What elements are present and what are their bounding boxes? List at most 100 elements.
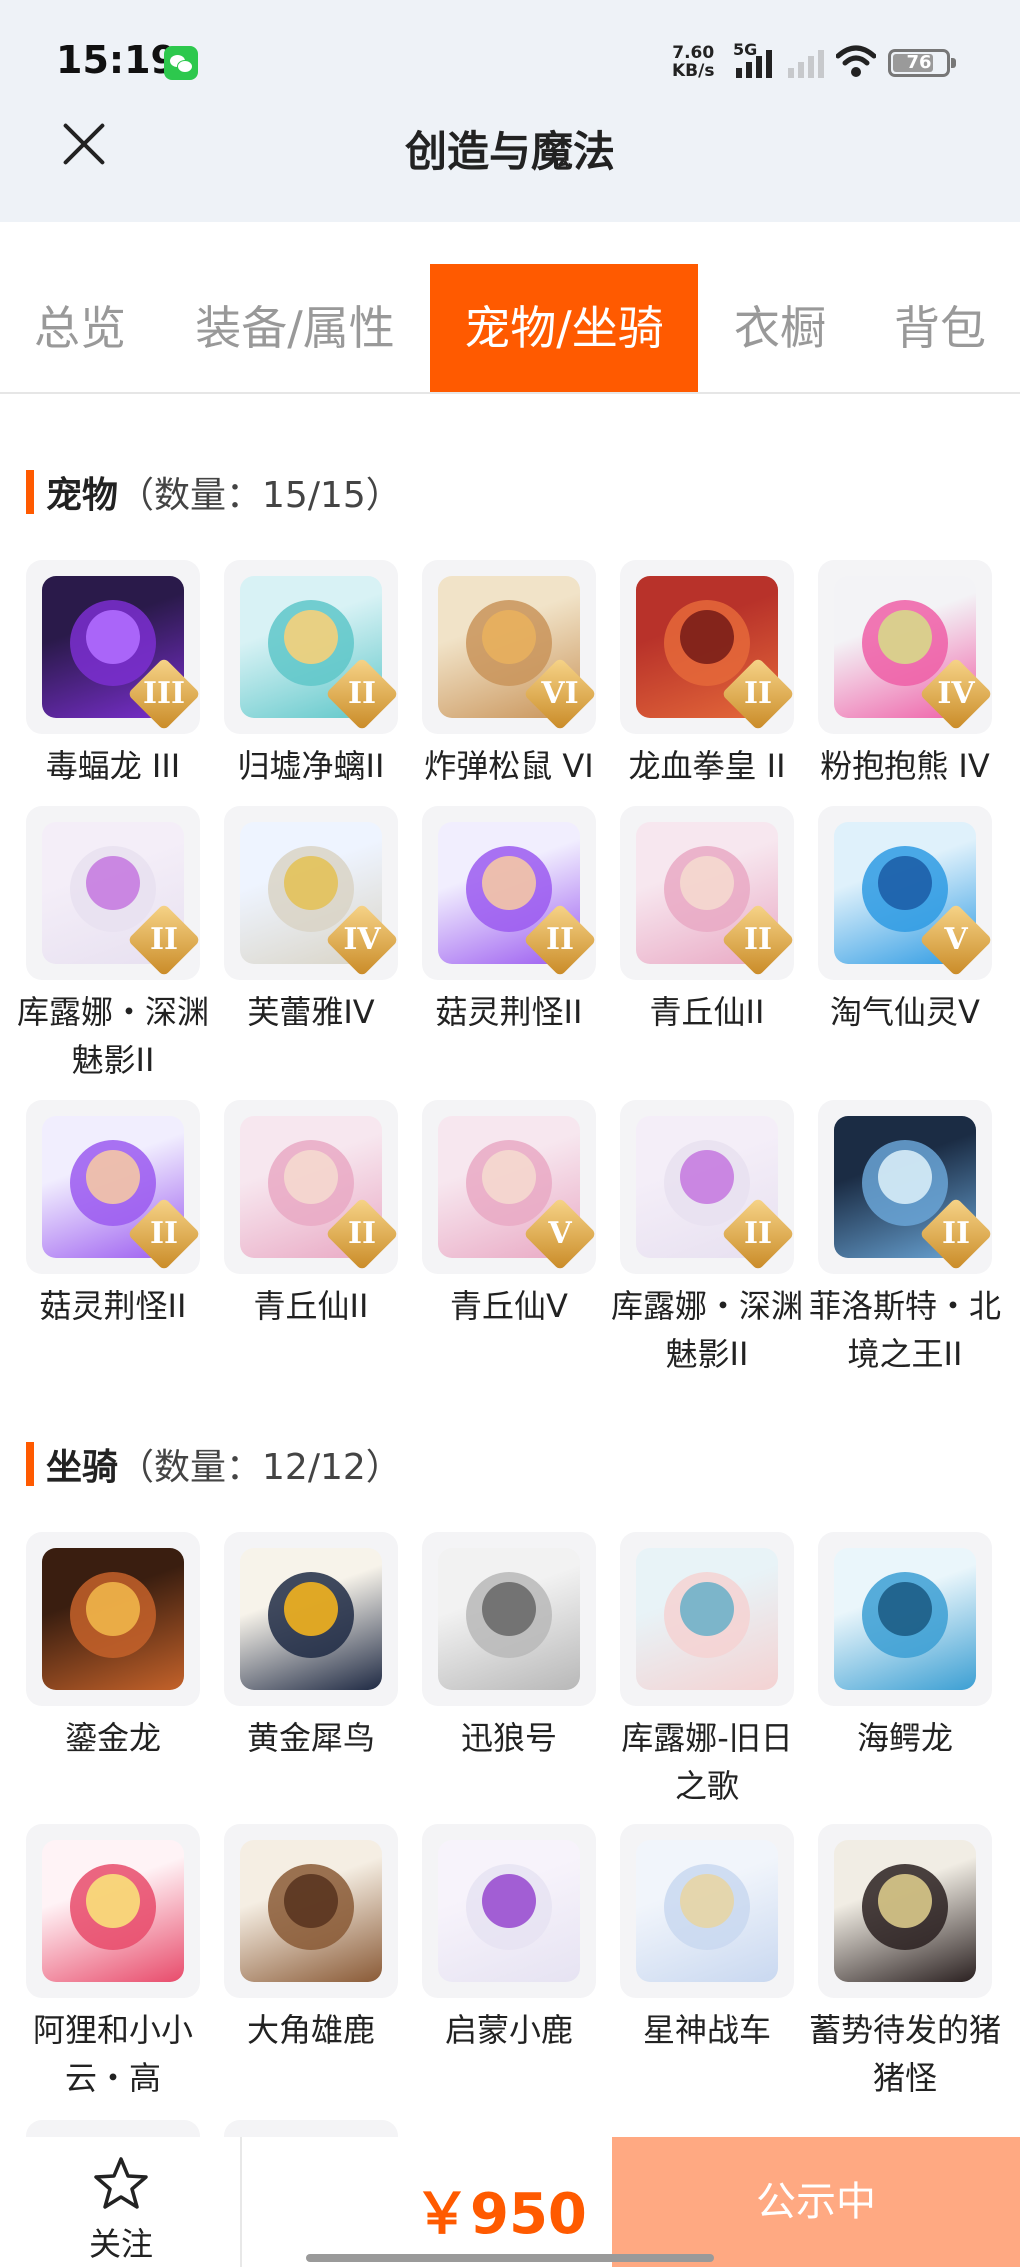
mount-card[interactable]: 星神战车 (620, 1824, 794, 2054)
mount-name: 库露娜-旧日之歌 (621, 1719, 793, 1805)
pet-card[interactable]: IV 粉抱抱熊 IV (818, 560, 992, 790)
pet-card[interactable]: II 菲洛斯特・北境之王II (809, 1100, 1001, 1378)
follow-button[interactable]: 关注 (0, 2137, 242, 2267)
tab-pets-mounts[interactable]: 宠物/坐骑 (430, 264, 698, 392)
rank-badge-text: III (142, 676, 186, 711)
pet-card[interactable]: V 青丘仙V (422, 1100, 596, 1330)
home-indicator (306, 2254, 714, 2262)
pet-image: II (26, 806, 200, 980)
pet-name: 淘气仙灵V (830, 993, 980, 1031)
pet-image: II (224, 560, 398, 734)
pet-card[interactable]: III 毒蝠龙 III (26, 560, 200, 790)
mount-card[interactable]: 蓄势待发的猪猪怪 (809, 1824, 1001, 2102)
mount-card[interactable]: 迅狼号 (422, 1532, 596, 1762)
mount-card[interactable]: 库露娜-旧日之歌 (620, 1532, 794, 1810)
mount-name: 海鳄龙 (856, 1719, 953, 1757)
mount-name: 迅狼号 (460, 1719, 557, 1757)
pet-card[interactable]: II 库露娜・深渊魅影II (17, 806, 209, 1084)
rank-badge-text: V (944, 922, 968, 957)
battery-icon: 76 (888, 49, 956, 77)
mount-card[interactable]: 黄金犀鸟 (224, 1532, 398, 1762)
mounts-title: 坐骑 (46, 1447, 119, 1488)
mount-card[interactable]: 海鳄龙 (818, 1532, 992, 1762)
mount-image (818, 1824, 992, 1998)
pet-name: 归墟净螭II (237, 747, 385, 785)
mount-art (834, 1548, 976, 1690)
pet-name: 青丘仙V (450, 1287, 568, 1325)
mounts-count: （数量：12/12） (118, 1447, 402, 1488)
bottom-bar: 关注 ￥950 公示中 (0, 2137, 1020, 2267)
rank-badge-text: IV (343, 922, 381, 957)
pet-image: II (224, 1100, 398, 1274)
mount-card[interactable]: 大角雄鹿 (224, 1824, 398, 2054)
pet-image: II (620, 806, 794, 980)
follow-label: 关注 (88, 2225, 153, 2263)
section-marker (26, 1442, 34, 1486)
pet-card[interactable]: VI 炸弹松鼠 VI (422, 560, 596, 790)
pet-card[interactable]: II 青丘仙II (620, 806, 794, 1036)
mount-card[interactable]: 阿狸和小小云・高 (26, 1824, 200, 2102)
top-area: 15:19 7.60 KB/s 5G 76 创造与魔法 (0, 0, 1020, 222)
mount-image (620, 1824, 794, 1998)
mount-card[interactable]: 启蒙小鹿 (422, 1824, 596, 2054)
section-marker (26, 470, 34, 514)
pet-image: VI (422, 560, 596, 734)
pet-image: III (26, 560, 200, 734)
mount-image (224, 1532, 398, 1706)
mount-art (42, 1548, 184, 1690)
pet-card[interactable]: IV 芙蕾雅IV (224, 806, 398, 1036)
pet-image: IV (818, 560, 992, 734)
pet-card[interactable]: II 龙血拳皇 II (620, 560, 794, 790)
mount-name: 启蒙小鹿 (444, 2011, 573, 2049)
pet-card[interactable]: II 青丘仙II (224, 1100, 398, 1330)
rank-badge-text: II (941, 1216, 971, 1251)
pet-name: 菇灵荆怪II (435, 993, 583, 1031)
mount-image (620, 1532, 794, 1706)
tab-overview[interactable]: 总览 (0, 264, 160, 392)
pet-name: 菇灵荆怪II (39, 1287, 187, 1325)
wifi-icon (836, 45, 876, 77)
page-title: 创造与魔法 (404, 127, 615, 176)
pet-card[interactable]: II 菇灵荆怪II (422, 806, 596, 1036)
pet-card[interactable]: II 菇灵荆怪II (26, 1100, 200, 1330)
battery-level: 76 (906, 52, 932, 73)
pet-image: V (422, 1100, 596, 1274)
pet-name: 青丘仙II (649, 993, 765, 1031)
mount-card[interactable]: 鎏金龙 (26, 1532, 200, 1762)
mount-name: 星神战车 (642, 2011, 771, 2049)
rank-badge-text: II (149, 922, 179, 957)
net-speed-value: 7.60 (672, 43, 715, 63)
mount-image (26, 1532, 200, 1706)
mount-image (422, 1824, 596, 1998)
pet-image: II (620, 560, 794, 734)
rank-badge-text: IV (937, 676, 975, 711)
pet-image: II (818, 1100, 992, 1274)
pets-title: 宠物 (46, 475, 119, 516)
tab-equipment[interactable]: 装备/属性 (180, 264, 410, 392)
pet-image: V (818, 806, 992, 980)
tab-wardrobe[interactable]: 衣橱 (718, 264, 842, 392)
pet-name: 菲洛斯特・北境之王II (808, 1287, 1001, 1373)
rank-badge-text: V (548, 1216, 572, 1251)
rank-badge-text: II (743, 1216, 773, 1251)
mounts-section-title: 坐骑 （数量：12/12） (26, 1440, 402, 1488)
pet-image: IV (224, 806, 398, 980)
rank-badge-text: II (743, 922, 773, 957)
pet-card[interactable]: V 淘气仙灵V (818, 806, 992, 1036)
pets-count: （数量：15/15） (118, 475, 402, 516)
mount-art (438, 1548, 580, 1690)
signal-icon (736, 50, 772, 78)
rank-badge-text: II (743, 676, 773, 711)
rank-badge-text: VI (541, 676, 579, 711)
tab-backpack[interactable]: 背包 (870, 264, 1010, 392)
status-time: 15:19 (56, 38, 177, 82)
net-speed-unit: KB/s (672, 61, 715, 81)
mount-name: 大角雄鹿 (246, 2011, 375, 2049)
pet-card[interactable]: II 库露娜・深渊魅影II (611, 1100, 803, 1378)
pet-image: II (26, 1100, 200, 1274)
star-icon (94, 2157, 148, 2209)
pet-name: 库露娜・深渊魅影II (16, 993, 209, 1079)
mount-art (636, 1840, 778, 1982)
pet-card[interactable]: II 归墟净螭II (224, 560, 398, 790)
public-status-button[interactable]: 公示中 (612, 2137, 1020, 2267)
